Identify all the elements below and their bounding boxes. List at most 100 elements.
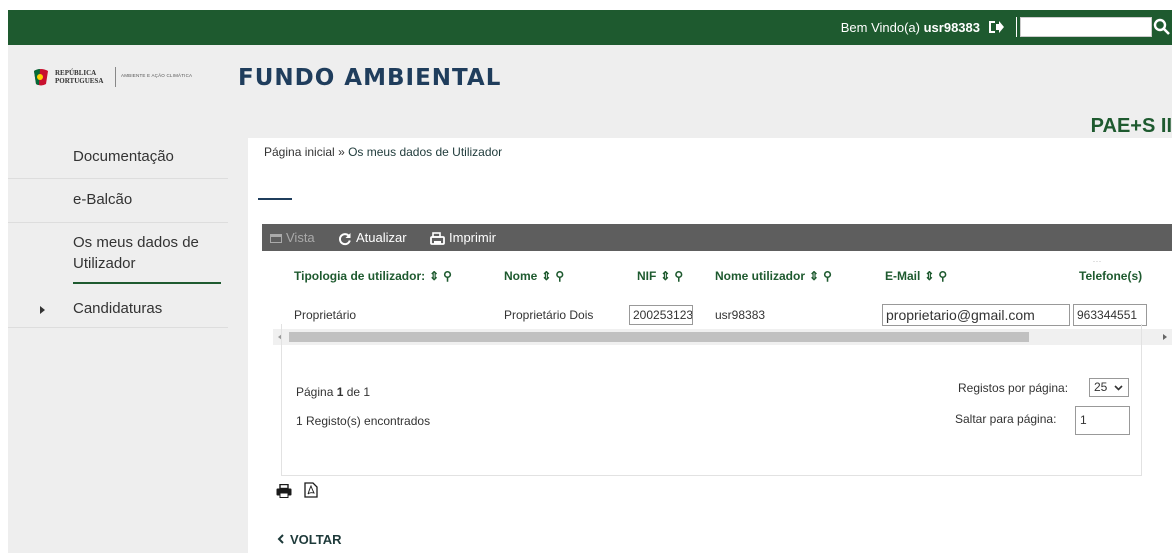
- title-dash: [258, 198, 292, 200]
- search-icon[interactable]: [1153, 18, 1171, 36]
- page-root: Bem Vindo(a) usr98383 REPÚBLICA PORTUGUE…: [0, 0, 1172, 553]
- logo-separator: [115, 67, 116, 87]
- column-header-label: Tipologia de utilizador:: [294, 269, 426, 283]
- page-indicator: Página 1 de 1: [296, 385, 370, 399]
- breadcrumb: Página inicial » Os meus dados de Utiliz…: [248, 138, 1172, 164]
- column-header-label: E-Mail: [885, 269, 921, 283]
- per-page-select[interactable]: 25: [1089, 378, 1129, 397]
- sort-icon[interactable]: ⇕: [660, 269, 670, 283]
- cell-email[interactable]: proprietario@gmail.com: [882, 304, 1070, 326]
- username: usr98383: [923, 20, 980, 35]
- sidebar-item-label: Candidaturas: [73, 300, 163, 317]
- cell-utilizador: usr98383: [715, 308, 766, 322]
- cell-nif[interactable]: 200253123: [629, 305, 693, 325]
- sidebar-divider: [8, 222, 228, 223]
- column-header-nif[interactable]: NIF ⇕ ⚲: [637, 269, 683, 283]
- page-of: de 1: [346, 385, 371, 399]
- atualizar-label: Atualizar: [356, 230, 407, 245]
- welcome-text: Bem Vindo(a) usr98383: [841, 10, 980, 45]
- chevron-left-icon: [277, 534, 284, 544]
- column-header-telefone[interactable]: Telefone(s): [1079, 269, 1142, 283]
- breadcrumb-separator: »: [338, 145, 345, 159]
- sidebar-item-candidaturas[interactable]: Candidaturas: [8, 298, 228, 328]
- sidebar-divider: [8, 327, 228, 328]
- sort-icon[interactable]: ⇕: [809, 269, 819, 283]
- cell-telefone[interactable]: 963344551: [1073, 304, 1147, 326]
- sidebar-item-label: Os meus dados de Utilizador: [73, 234, 199, 272]
- pdf-icon[interactable]: [304, 482, 319, 498]
- search-icon[interactable]: ⚲: [674, 269, 683, 283]
- cell-tipologia: Proprietário: [294, 308, 357, 322]
- column-header-tipologia[interactable]: Tipologia de utilizador: ⇕ ⚲: [294, 269, 452, 283]
- sidebar-item-label: Documentação: [73, 148, 174, 165]
- jump-page-label: Saltar para página:: [955, 412, 1057, 426]
- column-header-label: Nome: [504, 269, 538, 283]
- print-icon[interactable]: [276, 483, 292, 498]
- search-icon[interactable]: ⚲: [443, 269, 452, 283]
- page-prefix: Página: [296, 385, 334, 399]
- sort-icon[interactable]: ⇕: [541, 269, 551, 283]
- column-menu-icon[interactable]: ···: [1077, 257, 1117, 269]
- search-icon[interactable]: ⚲: [938, 269, 947, 283]
- column-header-nome[interactable]: Nome ⇕ ⚲: [504, 269, 564, 283]
- grid-toolbar: Vista Atualizar Imprimir: [262, 224, 1172, 251]
- print-icon: [430, 231, 445, 245]
- logout-icon[interactable]: [988, 20, 1004, 34]
- page-current: 1: [336, 385, 344, 399]
- per-page-value: 25: [1094, 380, 1108, 394]
- column-header-label: Nome utilizador: [715, 269, 806, 283]
- republica-text: REPÚBLICA PORTUGUESA: [55, 69, 103, 85]
- sidebar-item-documentacao[interactable]: Documentação: [8, 148, 228, 178]
- data-table: ··· Tipologia de utilizador: ⇕ ⚲ Nome ⇕ ⚲ NI…: [273, 257, 1172, 345]
- search-input[interactable]: [1020, 17, 1152, 37]
- sort-icon[interactable]: ⇕: [429, 269, 439, 283]
- atualizar-button[interactable]: Atualizar: [338, 224, 407, 251]
- scroll-right-icon[interactable]: [1163, 334, 1167, 340]
- pager-frame: [281, 324, 1142, 476]
- ministry-text: AMBIENTE E AÇÃO CLIMÁTICA: [121, 73, 193, 78]
- sidebar-item-meus-dados[interactable]: Os meus dados de Utilizador: [8, 230, 228, 280]
- column-header-label: NIF: [637, 269, 657, 283]
- sidebar: Documentação e-Balcão Os meus dados de U…: [8, 138, 228, 553]
- republica-portuguesa-logo[interactable]: REPÚBLICA PORTUGUESA AMBIENTE E AÇÃO CLI…: [32, 66, 212, 90]
- site-header: REPÚBLICA PORTUGUESA AMBIENTE E AÇÃO CLI…: [8, 45, 1172, 138]
- column-header-email[interactable]: E-Mail ⇕ ⚲: [885, 269, 947, 283]
- vista-button[interactable]: Vista: [270, 224, 315, 251]
- app-frame: Bem Vindo(a) usr98383 REPÚBLICA PORTUGUE…: [8, 10, 1172, 553]
- search-icon[interactable]: ⚲: [555, 269, 564, 283]
- sidebar-divider: [8, 178, 228, 179]
- main-content: Página inicial » Os meus dados de Utiliz…: [248, 138, 1172, 553]
- republica-line2: PORTUGUESA: [55, 77, 104, 85]
- voltar-label: VOLTAR: [290, 532, 342, 547]
- column-header-label: Telefone(s): [1079, 269, 1143, 283]
- breadcrumb-current: Os meus dados de Utilizador: [348, 145, 503, 159]
- top-bar: Bem Vindo(a) usr98383: [8, 10, 1172, 45]
- column-header-nome-utilizador[interactable]: Nome utilizador ⇕ ⚲: [715, 269, 832, 283]
- program-title: PAE+S II: [1090, 115, 1172, 137]
- main-body: Vista Atualizar Imprimir ··· Tipologia d…: [248, 164, 1172, 553]
- sort-icon[interactable]: ⇕: [924, 269, 934, 283]
- topbar-separator: [1016, 17, 1017, 37]
- imprimir-label: Imprimir: [449, 230, 496, 245]
- export-icons: [276, 482, 319, 503]
- active-item-underline: [73, 282, 221, 284]
- refresh-icon: [339, 232, 351, 245]
- fundo-ambiental-logo[interactable]: FUNDO AMBIENTAL: [238, 65, 501, 91]
- jump-page-input[interactable]: 1: [1075, 406, 1130, 435]
- welcome-prefix: Bem Vindo(a): [840, 20, 920, 35]
- breadcrumb-home[interactable]: Página inicial: [264, 145, 335, 159]
- republica-line1: REPÚBLICA: [55, 69, 97, 77]
- window-icon: [270, 234, 282, 244]
- voltar-button[interactable]: VOLTAR: [277, 532, 342, 547]
- sidebar-item-ebalcao[interactable]: e-Balcão: [8, 188, 228, 218]
- chevron-down-icon: [1114, 385, 1123, 391]
- search-icon[interactable]: ⚲: [823, 269, 832, 283]
- portugal-flag-icon: [34, 69, 48, 86]
- sidebar-item-label: e-Balcão: [73, 191, 133, 208]
- vista-label: Vista: [286, 230, 315, 245]
- imprimir-button[interactable]: Imprimir: [430, 224, 496, 251]
- caret-right-icon: [40, 306, 45, 314]
- per-page-label: Registos por página:: [958, 381, 1069, 395]
- cell-nome: Proprietário Dois: [504, 308, 594, 322]
- records-found: 1 Registo(s) encontrados: [296, 414, 431, 428]
